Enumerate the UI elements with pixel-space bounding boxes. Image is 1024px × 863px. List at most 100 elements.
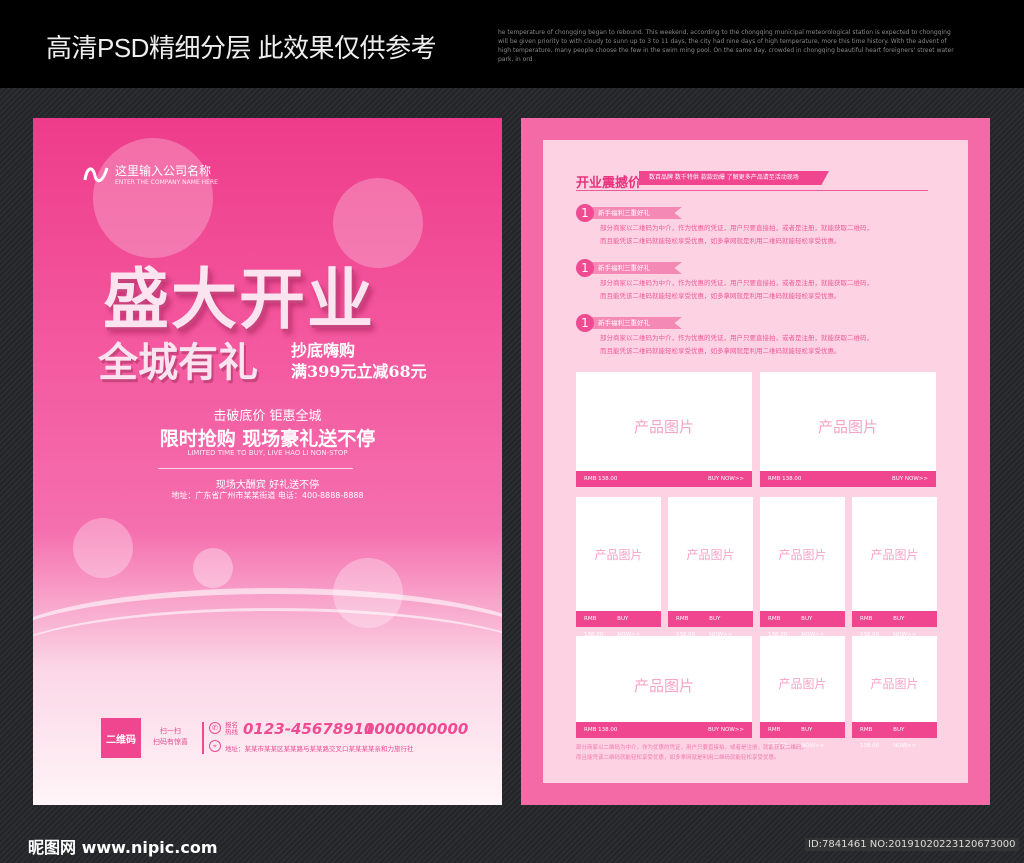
product-image-label: 产品图片: [594, 548, 643, 563]
heading-ribbon: 数百品牌 数千特供 款款劲爆 了解更多产品请至活动现场: [639, 171, 829, 185]
price-bar: RMB 138.00 BUY NOW>>: [576, 722, 752, 738]
item-tag: 新手福利三重好礼: [588, 262, 682, 274]
product-image-label: 产品图片: [686, 548, 735, 563]
bokeh: [93, 138, 213, 258]
price: RMB 138.00: [584, 476, 618, 482]
banner-paragraph: he temperature of chongqing began to reb…: [498, 29, 954, 63]
product-card[interactable]: 产品图片 RMB 138.00 BUY NOW>>: [576, 372, 752, 487]
item-tag: 新手福利三重好礼: [588, 207, 682, 219]
price-bar: RMB 138.00 BUY NOW>>: [576, 471, 752, 487]
top-banner: 高清PSD精细分层 此效果仅供参考 he temperature of chon…: [0, 0, 1024, 88]
logo-icon: [83, 167, 109, 183]
item-desc: 部分商家以二维码为中介，作为优惠的凭证，用户只要直接拍，或者是注册，就能获取二维…: [600, 277, 940, 303]
event-text: 现场大酬宾 好礼送不停: [215, 480, 320, 491]
desc-line: 而且能凭该二维码就能轻松享受优惠，如多拿网就是利用二维码就能轻松享受优惠。: [600, 347, 841, 355]
price-bar: RMB 138.00 BUY NOW>>: [852, 722, 937, 749]
item-number: 1: [576, 259, 594, 277]
promo-text: 抄底嗨购 满399元立减68元: [291, 340, 427, 382]
address-line: 地址：广东省广州市某某街道 电话：400-8888-8888: [171, 491, 364, 500]
bokeh: [193, 548, 233, 588]
contact-footer: 二维码 扫一扫 扫码有惊喜 ✆ ⌖ 报名热线 0123-45678910 1000…: [101, 718, 471, 758]
product-card[interactable]: 产品图片 RMB 138.00 BUY NOW>>: [760, 497, 845, 638]
item-desc: 部分商家以二维码为中介，作为优惠的凭证，用户只要直接拍，或者是注册，就能获取二维…: [600, 222, 940, 248]
buy-now-link[interactable]: BUY NOW>>: [801, 722, 837, 749]
item-number: 1: [576, 204, 594, 222]
buy-now-link[interactable]: BUY NOW>>: [893, 722, 929, 749]
promo-line-1: 抄底嗨购: [291, 341, 356, 360]
company-name: 这里输入公司名称: [115, 164, 212, 178]
scan-line-2: 扫码有惊喜: [153, 738, 188, 746]
product-image-label: 产品图片: [778, 548, 827, 563]
product-card[interactable]: 产品图片 RMB 138.00 BUY NOW>>: [760, 636, 845, 749]
price: RMB 138.00: [860, 616, 880, 638]
product-image-label: 产品图片: [633, 676, 694, 695]
company-logo: 这里输入公司名称 ENTER THE COMPANY NAME HERE: [83, 162, 218, 186]
scan-line-1: 扫一扫: [160, 727, 181, 735]
qr-code-placeholder: 二维码: [101, 718, 141, 758]
product-image-label: 产品图片: [870, 548, 919, 563]
buy-now-link[interactable]: BUY NOW>>: [617, 611, 653, 638]
buy-now-link[interactable]: BUY NOW>>: [892, 471, 928, 487]
image-id: ID:7841461 NO:20191020223120673000: [805, 838, 1019, 851]
product-card[interactable]: 产品图片 RMB 138.00 BUY NOW>>: [852, 636, 937, 749]
price: RMB 138.00: [676, 616, 696, 638]
note-line: 部分商家以二维码为中介，作为优惠的凭证，用户只要直接拍，或者是注册，就能获取二维…: [576, 745, 808, 751]
content-panel: 开业震撼价 数百品牌 数千特供 款款劲爆 了解更多产品请至活动现场 1 新手福利…: [543, 140, 968, 783]
price: RMB 138.00: [584, 727, 618, 733]
item-number: 1: [576, 314, 594, 332]
phone-2: 1000000000: [364, 720, 469, 738]
address: 地址：某某市某某区某某路与某某路交叉口某某某某亲和力旅行社: [225, 745, 414, 753]
location-icon: ⌖: [209, 740, 221, 752]
price: RMB 138.00: [860, 727, 880, 749]
price-bar: RMB 138.00 BUY NOW>>: [576, 611, 661, 638]
heading-divider: [576, 190, 928, 191]
product-image-label: 产品图片: [817, 417, 878, 436]
price: RMB 138.00: [768, 727, 788, 749]
desc-line: 而且能凭该二维码就能轻松享受优惠，如多拿网就是利用二维码就能轻松享受优惠。: [600, 292, 841, 300]
scan-text: 扫一扫 扫码有惊喜: [153, 726, 188, 748]
product-image-label: 产品图片: [778, 676, 827, 691]
product-card[interactable]: 产品图片 RMB 138.00 BUY NOW>>: [576, 497, 661, 638]
phone-1: 0123-45678910: [243, 720, 375, 738]
footnote: 部分商家以二维码为中介，作为优惠的凭证，用户只要直接拍，或者是注册，就能获取二维…: [576, 743, 807, 763]
main-title: 盛大开业: [103, 260, 375, 338]
item-tag: 新手福利三重好礼: [588, 317, 682, 329]
desc-line: 部分商家以二维码为中介，作为优惠的凭证，用户只要直接拍，或者是注册，就能获取二维…: [600, 224, 873, 232]
banner-title: 高清PSD精细分层 此效果仅供参考: [46, 33, 437, 63]
item-desc: 部分商家以二维码为中介，作为优惠的凭证，用户只要直接拍，或者是注册，就能获取二维…: [600, 332, 940, 358]
bokeh: [73, 518, 133, 578]
company-name-en: ENTER THE COMPANY NAME HERE: [115, 179, 218, 186]
price-bar: RMB 138.00 BUY NOW>>: [760, 471, 936, 487]
desc-line: 部分商家以二维码为中介，作为优惠的凭证，用户只要直接拍，或者是注册，就能获取二维…: [600, 334, 873, 342]
divider: [158, 468, 353, 469]
desc-line: 部分商家以二维码为中介，作为优惠的凭证，用户只要直接拍，或者是注册，就能获取二维…: [600, 279, 873, 287]
buy-now-link[interactable]: BUY NOW>>: [708, 722, 744, 738]
price-bar: RMB 138.00 BUY NOW>>: [760, 722, 845, 749]
slogan-1: 击破底价 钜惠全城: [213, 409, 322, 424]
product-card[interactable]: 产品图片 RMB 138.00 BUY NOW>>: [576, 636, 752, 738]
price: RMB 138.00: [584, 616, 604, 638]
price: RMB 138.00: [768, 616, 788, 638]
price-bar: RMB 138.00 BUY NOW>>: [668, 611, 753, 638]
site-watermark: 昵图网 www.nipic.com: [28, 838, 218, 857]
product-card[interactable]: 产品图片 RMB 138.00 BUY NOW>>: [668, 497, 753, 638]
buy-now-link[interactable]: BUY NOW>>: [801, 611, 837, 638]
promo-line-2: 满399元立减68元: [291, 362, 427, 381]
sub-title: 全城有礼: [98, 339, 258, 386]
price-bar: RMB 138.00 BUY NOW>>: [760, 611, 845, 638]
separator: [202, 722, 204, 754]
product-card[interactable]: 产品图片 RMB 138.00 BUY NOW>>: [760, 372, 936, 487]
slogan-2: 限时抢购 现场豪礼送不停: [159, 428, 376, 450]
hotline-label: 报名热线: [225, 721, 238, 736]
product-image-label: 产品图片: [633, 417, 694, 436]
buy-now-link[interactable]: BUY NOW>>: [893, 611, 929, 638]
flyer-back: 开业震撼价 数百品牌 数千特供 款款劲爆 了解更多产品请至活动现场 1 新手福利…: [521, 118, 990, 805]
buy-now-link[interactable]: BUY NOW>>: [708, 471, 744, 487]
section-heading: 开业震撼价: [576, 176, 642, 191]
desc-line: 而且能凭该二维码就能轻松享受优惠，如多拿网就是利用二维码就能轻松享受优惠。: [600, 237, 841, 245]
buy-now-link[interactable]: BUY NOW>>: [709, 611, 745, 638]
flyer-front: 这里输入公司名称 ENTER THE COMPANY NAME HERE 盛大开…: [33, 118, 502, 805]
price-bar: RMB 138.00 BUY NOW>>: [852, 611, 937, 638]
product-card[interactable]: 产品图片 RMB 138.00 BUY NOW>>: [852, 497, 937, 638]
slogan-en: LIMITED TIME TO BUY, LIVE HAO LI NON-STO…: [187, 449, 348, 457]
